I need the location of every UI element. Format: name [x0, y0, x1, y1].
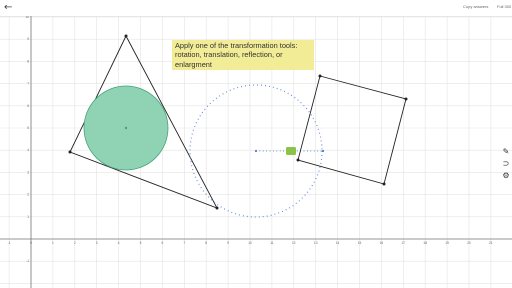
- quadrilateral[interactable]: [297, 75, 407, 185]
- x-tick-label: -1: [8, 241, 11, 245]
- x-tick-label: 7: [183, 241, 185, 245]
- y-tick-label: 6: [27, 104, 29, 108]
- x-tick-label: 19: [445, 241, 449, 245]
- magnet-icon[interactable]: ⊃: [500, 158, 512, 170]
- top-toolbar: ← Copy answers Full 300: [0, 0, 512, 17]
- instruction-text: Apply one of the transformation tools: r…: [175, 41, 298, 69]
- x-tick-label: 5: [140, 241, 142, 245]
- x-tick-label: 15: [358, 241, 362, 245]
- y-tick-label: 7: [27, 82, 29, 86]
- y-tick-label: 9: [27, 37, 29, 41]
- quad-vertex-4[interactable]: [296, 158, 300, 162]
- y-axis-labels: 10 9 8 7 6 5 4 3 2 1 -1: [25, 16, 29, 263]
- instruction-note: Apply one of the transformation tools: r…: [172, 40, 314, 70]
- x-tick-label: 0: [30, 241, 32, 245]
- y-tick-label: 8: [27, 59, 29, 63]
- x-tick-label: 16: [380, 241, 384, 245]
- y-tick-label: -1: [26, 259, 29, 263]
- x-tick-label: 10: [248, 241, 252, 245]
- triangle-vertex-b[interactable]: [68, 150, 72, 154]
- triangle-vertex-a[interactable]: [124, 34, 128, 38]
- gear-icon[interactable]: ⚙: [500, 170, 512, 182]
- guide-endpoint-right: [321, 149, 325, 153]
- x-tick-label: 1: [52, 241, 54, 245]
- x-tick-label: 12: [292, 241, 296, 245]
- x-tick-label: 13: [314, 241, 318, 245]
- rotation-handle[interactable]: [286, 147, 296, 155]
- quad-vertex-2[interactable]: [404, 97, 408, 101]
- triangle-vertex-c[interactable]: [215, 206, 219, 210]
- copy-answers-button[interactable]: Copy answers: [463, 4, 488, 10]
- x-tick-label: 6: [162, 241, 164, 245]
- y-tick-label: 4: [27, 148, 29, 152]
- x-tick-label: 21: [489, 241, 493, 245]
- x-tick-label: 9: [227, 241, 229, 245]
- x-tick-label: 8: [205, 241, 207, 245]
- y-tick-label: 5: [27, 126, 29, 130]
- x-tick-label: 20: [467, 241, 471, 245]
- y-tick-label: 10: [25, 16, 29, 19]
- pencil-icon[interactable]: ✎: [500, 146, 512, 158]
- x-tick-label: 11: [270, 241, 274, 245]
- full-button[interactable]: Full 300: [497, 4, 511, 10]
- guide-endpoint-left: [254, 149, 258, 153]
- x-tick-label: 4: [118, 241, 120, 245]
- y-tick-label: 3: [27, 170, 29, 174]
- quad-vertex-1[interactable]: [318, 74, 322, 78]
- x-tick-label: 17: [402, 241, 406, 245]
- x-axis-labels: -1 0 1 2 3 4 5 6 7 8 9 10 11 12 13 14 15 16 17 18 19 20 21: [8, 241, 493, 245]
- y-tick-label: 1: [27, 215, 29, 219]
- x-tick-label: 18: [423, 241, 427, 245]
- quad-vertex-3[interactable]: [382, 182, 386, 186]
- back-arrow-icon[interactable]: ←: [4, 2, 12, 14]
- circle-center-point: [124, 126, 128, 130]
- y-tick-label: 2: [27, 193, 29, 197]
- x-tick-label: 14: [336, 241, 340, 245]
- x-tick-label: 3: [96, 241, 98, 245]
- x-tick-label: 2: [74, 241, 76, 245]
